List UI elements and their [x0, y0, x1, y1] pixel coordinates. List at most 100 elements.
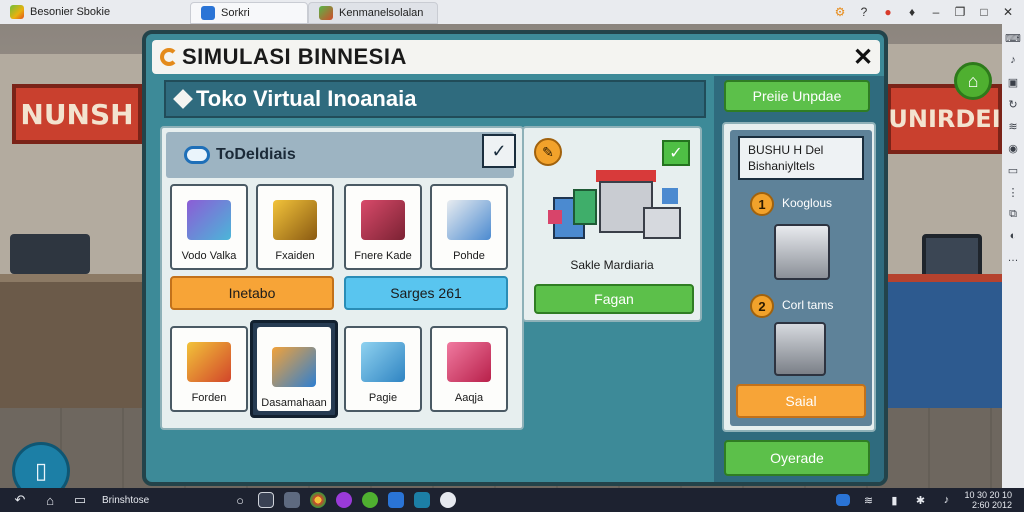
- taskbar-apps: ○: [232, 492, 456, 508]
- store-sign-left: NUNSH: [12, 84, 142, 144]
- step-1-badge: 1: [750, 192, 774, 216]
- camera-icon[interactable]: [440, 492, 456, 508]
- simulation-dialog: SIMULASI BINNESIA ✕ Toko Virtual Inoanai…: [142, 30, 888, 486]
- info-box: BUSHU H Del Bishaniyltels: [738, 136, 864, 180]
- update-button[interactable]: Preiie Unpdae: [724, 80, 870, 112]
- product-panel: ToDeldiais ✓ Vodo Valka Fxaiden Fnere Ka…: [160, 126, 524, 430]
- settings-icon[interactable]: ⚙: [830, 2, 850, 22]
- close-icon[interactable]: ✕: [846, 40, 880, 74]
- app-purple-icon[interactable]: [336, 492, 352, 508]
- more-icon[interactable]: …: [1005, 250, 1021, 266]
- record-icon[interactable]: ●: [878, 2, 898, 22]
- keyboard-icon[interactable]: ⌨: [1005, 30, 1021, 46]
- device-image-2: [774, 322, 826, 376]
- close-window-icon[interactable]: ✕: [998, 2, 1018, 22]
- bluetooth-icon[interactable]: ✱: [912, 494, 928, 507]
- screenshot-icon[interactable]: ▣: [1005, 74, 1021, 90]
- shake-icon[interactable]: ≋: [1005, 118, 1021, 134]
- product-item[interactable]: Fxaiden: [256, 184, 334, 270]
- home-nav-icon[interactable]: ⌂: [42, 493, 58, 508]
- tab-label: Sorkri: [221, 7, 250, 19]
- home-tab-icon: [201, 6, 215, 20]
- clock-date: 2:60 2012: [971, 500, 1012, 510]
- info-line-1: BUSHU H Del: [748, 143, 824, 157]
- volume-icon[interactable]: ♪: [1005, 52, 1021, 68]
- product-item-selected[interactable]: Dasamahaan: [250, 320, 338, 418]
- dialog-header: SIMULASI BINNESIA ✕: [152, 40, 880, 74]
- back-icon[interactable]: ↶: [12, 492, 28, 508]
- step-2-badge: 2: [750, 294, 774, 318]
- product-item[interactable]: Aaqja: [430, 326, 508, 412]
- item-image: [273, 200, 317, 240]
- window-controls: ⚙ ? ● ♦ – ❐ □ ✕: [830, 2, 1024, 22]
- macro-icon[interactable]: ⋮: [1005, 184, 1021, 200]
- info-panel: BUSHU H Del Bishaniyltels 1 Kooglous 2 C…: [722, 122, 876, 432]
- info-line-2: Bishaniyltels: [748, 159, 815, 173]
- emulator-titlebar: Besonier Sbokie Sorkri Kenmanelsolalan ⚙…: [0, 0, 1024, 24]
- counter-left: [0, 274, 150, 414]
- app-green-icon[interactable]: [362, 492, 378, 508]
- app-teal-icon[interactable]: [414, 492, 430, 508]
- item-image: [187, 200, 231, 240]
- item-label: Fxaiden: [275, 250, 315, 262]
- bell-icon[interactable]: ♦: [902, 2, 922, 22]
- product-item[interactable]: Forden: [170, 326, 248, 412]
- product-item[interactable]: Fnere Kade: [344, 184, 422, 270]
- shop-preview-panel: ✎ ✓ Sakle Mardiaria Fagan: [522, 126, 702, 322]
- emulator-sidebar: ⌨ ♪ ▣ ↻ ≋ ◉ ▭ ⋮ ⧉ ◐ …: [1002, 24, 1024, 488]
- home-icon[interactable]: ⌂: [954, 62, 992, 100]
- wifi-icon[interactable]: ≋: [860, 494, 876, 507]
- blue-action-button[interactable]: Sarges 261: [344, 276, 508, 310]
- network-icon[interactable]: [836, 494, 851, 506]
- window-icon[interactable]: [258, 492, 274, 508]
- maximize-icon[interactable]: □: [974, 2, 994, 22]
- tab-sorkri[interactable]: Sorkri: [190, 2, 308, 24]
- dialog-title: SIMULASI BINNESIA: [182, 44, 407, 69]
- restore-icon[interactable]: ❐: [950, 2, 970, 22]
- recent-apps-icon[interactable]: ▭: [72, 492, 88, 508]
- rotate-icon[interactable]: ↻: [1005, 96, 1021, 112]
- app-blue-icon[interactable]: [388, 492, 404, 508]
- battery-icon[interactable]: ▮: [886, 494, 902, 507]
- checkbox-icon[interactable]: ✓: [482, 134, 516, 168]
- gallery-icon[interactable]: [284, 492, 300, 508]
- tab-game[interactable]: Kenmanelsolalan: [308, 2, 438, 24]
- game-tab-icon: [319, 6, 333, 20]
- upgrade-button[interactable]: Oyerade: [724, 440, 870, 476]
- category-label: ToDeldiais: [216, 146, 296, 163]
- shop-confirm-button[interactable]: Fagan: [534, 284, 694, 314]
- brand-icon: [160, 48, 178, 66]
- product-item[interactable]: Pagie: [344, 326, 422, 412]
- minimize-icon[interactable]: –: [926, 2, 946, 22]
- device-image-1: [774, 224, 830, 280]
- folder-icon[interactable]: ▭: [1005, 162, 1021, 178]
- search-circle-icon[interactable]: ○: [232, 493, 248, 508]
- item-label: Forden: [191, 392, 227, 404]
- eco-mode-icon[interactable]: ◐: [1005, 228, 1021, 244]
- product-item[interactable]: Pohde: [430, 184, 508, 270]
- item-label: Fnere Kade: [354, 250, 412, 262]
- chrome-icon[interactable]: [310, 492, 326, 508]
- orange-action-button[interactable]: Inetabo: [170, 276, 334, 310]
- multi-instance-icon[interactable]: ⧉: [1005, 206, 1021, 222]
- category-bar[interactable]: ToDeldiais: [166, 132, 514, 178]
- side-column: Preiie Unpdae BUSHU H Del Bishaniyltels …: [714, 76, 884, 482]
- cash-register-left: [10, 234, 90, 274]
- tab-label: Kenmanelsolalan: [339, 7, 424, 19]
- system-tray: ≋ ▮ ✱ ♪ 10 30 20 10 2:60 2012: [836, 490, 1024, 510]
- item-label: Dasamahaan: [261, 397, 327, 409]
- item-label: Aaqja: [454, 392, 484, 404]
- help-icon[interactable]: ?: [854, 2, 874, 22]
- item-image: [272, 347, 316, 387]
- location-icon[interactable]: ◉: [1005, 140, 1021, 156]
- item-image: [447, 200, 491, 240]
- app-title: Besonier Sbokie: [0, 0, 190, 24]
- store-title-bar: Toko Virtual Inoanaia: [164, 80, 706, 118]
- item-image: [447, 342, 491, 382]
- speaker-icon[interactable]: ♪: [938, 494, 954, 506]
- item-image: [361, 200, 405, 240]
- glasses-icon: [184, 146, 210, 164]
- product-item[interactable]: Vodo Valka: [170, 184, 248, 270]
- item-image: [361, 342, 405, 382]
- sell-button[interactable]: Saial: [736, 384, 866, 418]
